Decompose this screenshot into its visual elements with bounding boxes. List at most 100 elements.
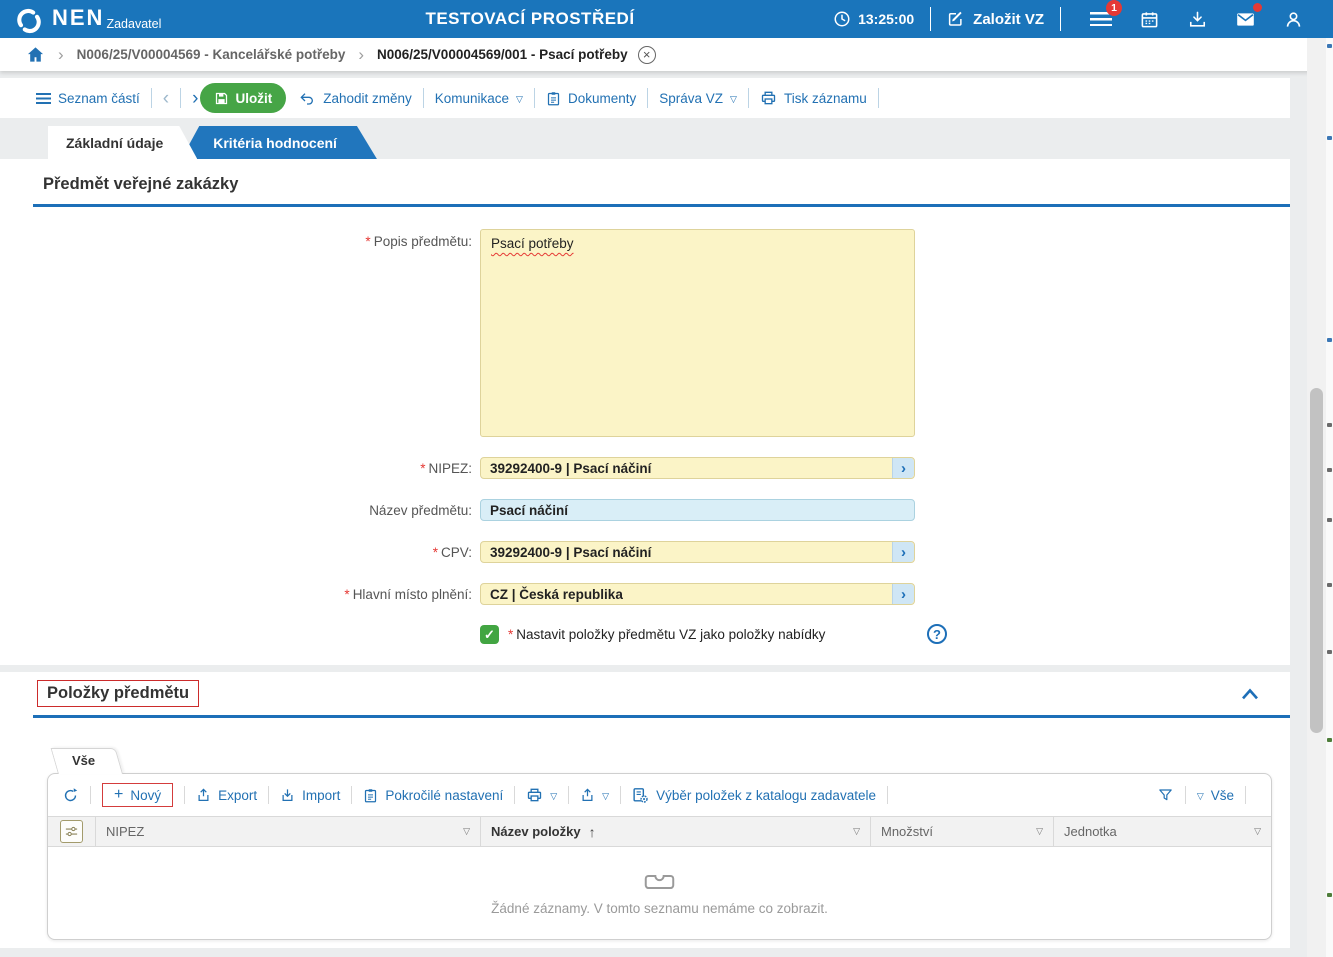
section-polozky: Položky předmětu Vše + Nový Export Impor… — [0, 672, 1290, 948]
column-header-jednotka[interactable]: Jednotka ▽ — [1054, 817, 1271, 846]
divider — [1060, 7, 1061, 31]
section-title-highlighted: Položky předmětu — [37, 680, 200, 707]
column-label: Název položky — [491, 824, 581, 839]
download-tray-icon — [1189, 11, 1205, 27]
tab-label: Základní údaje — [66, 134, 164, 151]
help-icon[interactable]: ? — [927, 624, 947, 644]
filter-caret-icon[interactable]: ▽ — [1036, 826, 1043, 837]
dokumenty-button[interactable]: Dokumenty — [546, 90, 636, 107]
menu-button[interactable]: 1 — [1089, 0, 1122, 31]
predmet-form: * Popis předmětu: Psací potřeby * NIPEZ: 3… — [0, 207, 1290, 644]
cpv-field[interactable]: 39292400-9 | Psací náčiní › — [480, 541, 915, 563]
divider — [930, 7, 932, 31]
filter-caret-icon[interactable]: ▽ — [463, 826, 470, 837]
column-header-nazev-polozky[interactable]: Název položky ↑ ▽ — [481, 817, 871, 846]
nipez-lookup-button[interactable]: › — [892, 458, 914, 478]
new-item-label: Nový — [130, 787, 162, 803]
column-header-nipez[interactable]: NIPEZ ▽ — [96, 817, 481, 846]
popis-label: * Popis předmětu: — [365, 234, 472, 249]
mail-icon — [1236, 12, 1254, 26]
filter-caret-icon[interactable]: ▽ — [1254, 826, 1261, 837]
save-label: Uložit — [235, 90, 273, 106]
current-time: 13:25:00 — [858, 11, 915, 27]
refresh-button[interactable] — [62, 787, 79, 804]
print-record-label: Tisk záznamu — [783, 90, 867, 106]
downloads-button[interactable] — [1185, 7, 1209, 31]
sort-asc-icon: ↑ — [588, 823, 596, 840]
cpv-lookup-button[interactable]: › — [892, 542, 914, 562]
tab-kriteria-hodnoceni[interactable]: Kritéria hodnocení — [181, 126, 377, 159]
separator — [514, 786, 516, 804]
import-icon — [282, 789, 293, 801]
separator — [184, 786, 186, 804]
export-button[interactable]: Export — [196, 787, 257, 803]
polozky-checkbox[interactable]: ✓ — [480, 625, 499, 644]
settings-doc-icon — [365, 788, 377, 802]
import-button[interactable]: Import — [280, 787, 340, 803]
sliders-icon — [65, 826, 78, 837]
grid-print-button[interactable]: ▽ — [526, 787, 557, 803]
separator — [150, 88, 152, 108]
environment-title: TESTOVACÍ PROSTŘEDÍ — [425, 9, 635, 28]
next-part-button[interactable]: › — [192, 89, 198, 108]
separator — [1184, 786, 1186, 804]
clock-icon — [834, 11, 850, 27]
home-icon[interactable] — [26, 45, 45, 64]
discard-label: Zahodit změny — [323, 90, 412, 106]
breadcrumb: › N006/25/V00004569 - Kancelářské potřeb… — [0, 38, 1333, 71]
required-marker: * — [432, 544, 438, 560]
chevron-up-icon — [1242, 688, 1258, 699]
command-toolbar: Seznam částí ‹ › Uložit Zahodit změny Ko… — [0, 78, 1290, 118]
catalog-icon — [633, 787, 648, 803]
dokumenty-label: Dokumenty — [567, 90, 637, 106]
seznam-casti-button[interactable]: Seznam částí — [36, 91, 140, 106]
advanced-settings-button[interactable]: Pokročilé nastavení — [363, 787, 503, 804]
record-tabs: Základní údaje Kritéria hodnocení — [0, 126, 1333, 159]
checkbox-label: * Nastavit položky předmětu VZ jako polož… — [508, 627, 826, 642]
collapse-section-button[interactable] — [1240, 687, 1260, 701]
catalog-select-label: Výběr položek z katalogu zadavatele — [656, 787, 876, 803]
popis-textarea[interactable]: Psací potřeby — [480, 229, 915, 437]
app-header: NEN Zadavatel TESTOVACÍ PROSTŘEDÍ 13:25:… — [0, 0, 1333, 38]
catalog-select-button[interactable]: Výběr položek z katalogu zadavatele — [632, 787, 876, 804]
profile-button[interactable] — [1281, 7, 1305, 31]
tab-zakladni-udaje[interactable]: Základní údaje — [48, 126, 197, 159]
chevron-down-icon: ▽ — [550, 790, 558, 801]
column-header-mnozstvi[interactable]: Množství ▽ — [871, 817, 1054, 846]
misto-lookup-button[interactable]: › — [892, 584, 914, 604]
section-header: Položky předmětu — [33, 672, 1290, 718]
separator — [422, 88, 424, 108]
calendar-button[interactable] — [1137, 7, 1161, 31]
nipez-field[interactable]: 39292400-9 | Psací náčiní › — [480, 457, 915, 479]
filter-button[interactable] — [1157, 787, 1174, 803]
sprava-vz-menu[interactable]: Správa VZ ▽ — [659, 91, 737, 106]
scrollbar-thumb[interactable] — [1310, 388, 1323, 733]
separator — [351, 786, 353, 804]
filter-caret-icon[interactable]: ▽ — [853, 826, 860, 837]
nipez-value: 39292400-9 | Psací náčiní — [490, 460, 652, 476]
new-item-button[interactable]: + Nový — [102, 783, 174, 807]
komunikace-menu[interactable]: Komunikace ▽ — [435, 91, 523, 106]
share-button[interactable]: ▽ — [580, 787, 609, 803]
chevron-down-icon: ▽ — [1196, 790, 1204, 801]
discard-changes-button[interactable]: Zahodit změny — [298, 90, 412, 106]
list-icon — [36, 92, 51, 104]
messages-button[interactable] — [1233, 3, 1262, 31]
save-button[interactable]: Uložit — [200, 83, 287, 113]
separator — [647, 88, 649, 108]
vertical-scrollbar[interactable] — [1307, 38, 1326, 957]
print-record-button[interactable]: Tisk záznamu — [760, 90, 867, 106]
separator — [568, 786, 570, 804]
create-vz-button[interactable]: Založit VZ — [947, 10, 1044, 28]
nazev-field[interactable]: Psací náčiní — [480, 499, 915, 521]
column-settings-button[interactable] — [60, 820, 83, 843]
prev-part-button[interactable]: ‹ — [163, 89, 169, 108]
nen-logo[interactable]: NEN Zadavatel — [0, 3, 161, 36]
view-filter-select[interactable]: ▽ Vše — [1197, 788, 1234, 803]
filter-tab-vse[interactable]: Vše — [58, 748, 123, 774]
close-icon[interactable]: × — [637, 45, 656, 64]
nazev-value: Psací náčiní — [490, 502, 569, 518]
misto-field[interactable]: CZ | Česká republika › — [480, 583, 915, 605]
breadcrumb-item-vz[interactable]: N006/25/V00004569 - Kancelářské potřeby — [77, 47, 346, 62]
chevron-down-icon: ▽ — [730, 93, 737, 104]
